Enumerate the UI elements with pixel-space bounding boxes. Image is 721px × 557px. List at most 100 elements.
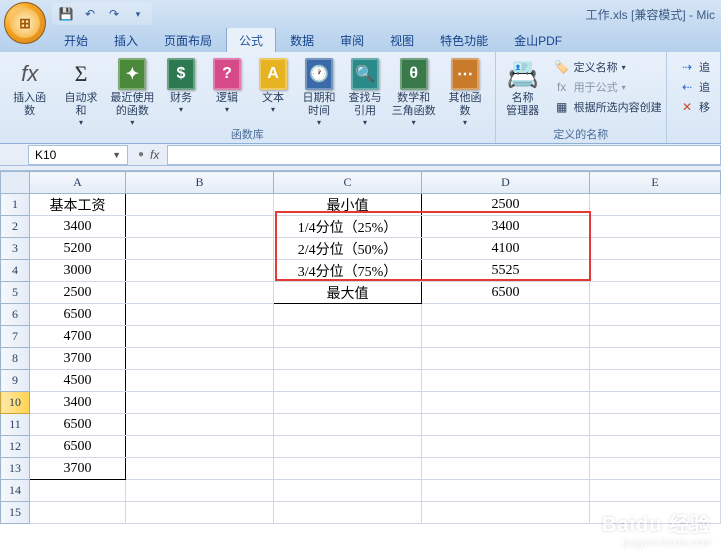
row-header[interactable]: 14 [1,480,30,502]
cell[interactable] [274,348,422,370]
cell[interactable] [590,458,721,480]
cell[interactable]: 2500 [422,194,590,216]
save-icon[interactable]: 💾 [58,6,74,22]
cell[interactable] [126,282,274,304]
tab-home[interactable]: 开始 [52,28,100,52]
cell[interactable]: 3700 [30,348,126,370]
col-header-C[interactable]: C [274,172,422,194]
cell[interactable]: 3400 [30,392,126,414]
row-header[interactable]: 9 [1,370,30,392]
cell[interactable] [590,370,721,392]
cell[interactable]: 最小值 [274,194,422,216]
cell[interactable]: 5200 [30,238,126,260]
cell[interactable] [126,436,274,458]
row-header[interactable]: 13 [1,458,30,480]
cell[interactable] [590,480,721,502]
col-header-D[interactable]: D [422,172,590,194]
tab-view[interactable]: 视图 [378,28,426,52]
fx-icon[interactable]: fx [150,148,159,162]
cell[interactable] [274,326,422,348]
cell[interactable]: 2/4分位（50%） [274,238,422,260]
cell[interactable] [126,414,274,436]
cell[interactable] [590,282,721,304]
cell[interactable]: 4700 [30,326,126,348]
cell[interactable] [590,436,721,458]
cell[interactable]: 6500 [422,282,590,304]
redo-icon[interactable]: ↷ [106,6,122,22]
cell[interactable]: 4100 [422,238,590,260]
tab-formulas[interactable]: 公式 [226,27,276,52]
cell[interactable] [422,326,590,348]
cell[interactable]: 3700 [30,458,126,480]
cell[interactable] [590,260,721,282]
row-header[interactable]: 1 [1,194,30,216]
undo-icon[interactable]: ↶ [82,6,98,22]
cell[interactable] [274,392,422,414]
cell[interactable] [274,436,422,458]
cell[interactable] [274,502,422,524]
cell[interactable]: 2500 [30,282,126,304]
cell[interactable] [422,502,590,524]
cell[interactable] [590,348,721,370]
cell[interactable] [422,458,590,480]
formula-input[interactable] [167,145,721,165]
trace-precedents-button[interactable]: ⇢ 追 [675,58,714,76]
cell[interactable]: 6500 [30,414,126,436]
office-button[interactable]: ⊞ [4,2,46,44]
cell[interactable] [126,216,274,238]
row-header[interactable]: 2 [1,216,30,238]
row-header[interactable]: 4 [1,260,30,282]
cell[interactable]: 最大值 [274,282,422,304]
cell[interactable]: 6500 [30,436,126,458]
create-from-selection-button[interactable]: ▦ 根据所选内容创建 [550,98,666,116]
cell[interactable] [126,480,274,502]
worksheet-grid[interactable]: A B C D E 1基本工资最小值2500 234001/4分位（25%）34… [0,171,721,557]
cell[interactable]: 1/4分位（25%） [274,216,422,238]
row-header[interactable]: 3 [1,238,30,260]
cell[interactable] [590,304,721,326]
cell[interactable] [274,304,422,326]
cell[interactable] [422,392,590,414]
cell[interactable]: 3000 [30,260,126,282]
col-header-E[interactable]: E [590,172,721,194]
cell[interactable] [422,480,590,502]
define-name-button[interactable]: 🏷️ 定义名称 ▾ [550,58,666,76]
cell[interactable]: 4500 [30,370,126,392]
cell[interactable] [590,216,721,238]
chevron-down-icon[interactable]: ▼ [112,150,121,160]
cell[interactable] [590,326,721,348]
cell[interactable] [126,348,274,370]
cell[interactable]: 3400 [422,216,590,238]
cell[interactable] [422,370,590,392]
cell[interactable]: 3400 [30,216,126,238]
cell[interactable] [126,392,274,414]
tab-page-layout[interactable]: 页面布局 [152,28,224,52]
cell[interactable] [126,370,274,392]
cell[interactable] [126,326,274,348]
cell[interactable] [422,304,590,326]
cell[interactable] [126,304,274,326]
row-header[interactable]: 6 [1,304,30,326]
tab-special[interactable]: 特色功能 [428,28,500,52]
cell[interactable] [126,238,274,260]
tab-data[interactable]: 数据 [278,28,326,52]
cell[interactable]: 3/4分位（75%） [274,260,422,282]
row-header[interactable]: 7 [1,326,30,348]
qat-dropdown-icon[interactable]: ▾ [130,6,146,22]
cell[interactable] [126,458,274,480]
cell[interactable] [274,480,422,502]
cell[interactable] [422,348,590,370]
row-header[interactable]: 12 [1,436,30,458]
cell[interactable] [30,502,126,524]
col-header-A[interactable]: A [30,172,126,194]
cell[interactable] [274,414,422,436]
cell[interactable] [422,436,590,458]
tab-pdf[interactable]: 金山PDF [502,28,574,52]
trace-dependents-button[interactable]: ⇠ 追 [675,78,714,96]
cell[interactable] [126,260,274,282]
cell[interactable] [590,238,721,260]
row-header[interactable]: 10 [1,392,30,414]
name-box[interactable]: K10 ▼ [28,145,128,165]
remove-arrows-button[interactable]: ✕ 移 [675,98,714,116]
tab-insert[interactable]: 插入 [102,28,150,52]
